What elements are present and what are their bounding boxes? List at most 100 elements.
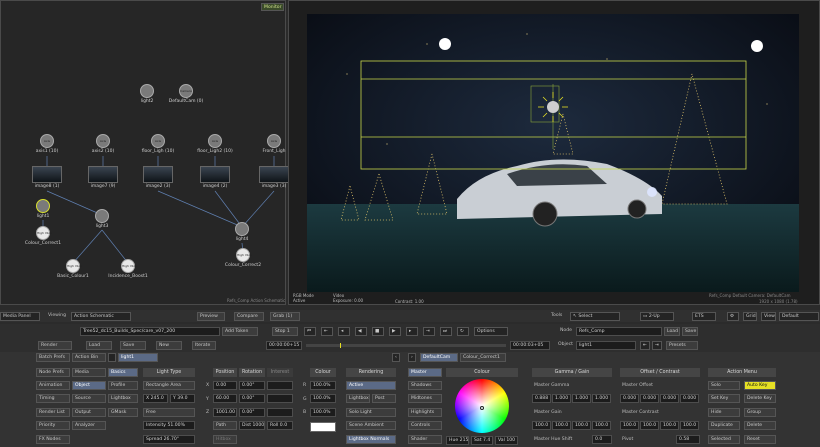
wheel-cursor[interactable] [480,406,484,410]
schematic-node[interactable]: light3 [80,209,124,229]
value-field[interactable]: 1.000 [572,394,591,403]
reset-button[interactable]: Reset [744,435,776,444]
schematic-node[interactable]: image3 (3) [258,166,290,189]
node-load-button[interactable]: Load [664,327,680,336]
current-timecode[interactable]: 00:00:00+15 [266,341,302,350]
settings-icon[interactable]: ⚙ [727,312,739,321]
schematic-node[interactable]: Axis axis2 (10) [81,134,125,154]
go-end-icon[interactable]: ⏭ [440,327,452,336]
fps-dropdown[interactable]: ETS [692,312,716,321]
spread-field[interactable]: Spread 26.70° [143,435,195,444]
dist-field[interactable]: Dist 1000 [239,421,265,430]
end-timecode[interactable]: 00:00:03+05 [510,341,550,350]
schematic-node[interactable]: image2 (3) [142,166,174,189]
val-field[interactable]: Val 100 [495,436,518,445]
free-dropdown[interactable]: Free [143,408,195,417]
clip-name-field[interactable]: Tree52_dc15_Builds_Spec/care_v07_200 [80,327,220,336]
intensity-field[interactable]: Intensity 51.00% [143,421,195,430]
interest-y-field[interactable] [267,394,293,403]
scene-ambient-toggle[interactable]: Scene Ambient [346,421,396,430]
node-name-field[interactable]: Refs_Comp [576,327,662,336]
light-type-dropdown[interactable]: Rectangle Area [143,381,195,390]
schematic-node[interactable]: image8 (1) [31,166,63,189]
sat-field[interactable]: Sat 7.4 [471,436,493,445]
side-menu-item[interactable]: Render List [36,408,70,417]
duplicate-button[interactable]: Duplicate [708,421,740,430]
hide-button[interactable]: Hide [708,408,740,417]
schematic-node[interactable]: Camera DefaultCam (0) [164,84,208,104]
light-y-field[interactable]: Y 39.0 [170,394,195,403]
bin-toggle[interactable] [108,353,116,362]
position-y-field[interactable]: 60.00 [213,394,237,403]
schematic-node[interactable]: High Vbox Incidence_Boost1 [106,259,150,279]
tab-light1[interactable]: light1 [118,353,158,362]
colour-g-field[interactable]: 100.0% [310,394,336,403]
grab-button[interactable]: Grab (1) [270,312,300,321]
viewing-mode-dropdown[interactable]: Action Schematic [71,312,131,321]
schematic-node[interactable]: High Vbox Colour_Correct1 [21,226,65,246]
compare-button[interactable]: Compare [234,312,264,321]
side-menu-item[interactable]: Timing [36,394,70,403]
prev-key-icon[interactable]: ⇤ [321,327,333,336]
timeline-bar[interactable] [306,343,506,348]
schematic-node[interactable]: High Vbox Colour_Correct2 [221,248,265,268]
play-reverse-icon[interactable]: ◀ [355,327,367,336]
schematic-node[interactable]: Axis floor_Ligh2 (10) [193,134,237,154]
value-field[interactable]: 1.000 [552,394,571,403]
value-field[interactable]: 0.888 [532,394,551,403]
playhead[interactable] [340,343,341,348]
action-bin-button[interactable]: Action Bin [72,353,106,362]
colour-wheel[interactable] [455,379,509,433]
tab-defaultcam[interactable]: DefaultCam [420,353,458,362]
group-button[interactable]: Group [744,408,776,417]
rotation-y-field[interactable]: 0.00° [239,394,265,403]
lightbox-toggle[interactable]: Lightbox [346,394,370,403]
value-field[interactable]: 100.0 [532,421,551,430]
rotation-z-field[interactable]: 0.00° [239,408,265,417]
delete-button[interactable]: Delete [744,421,776,430]
selected-dropdown[interactable]: Selected [708,435,740,444]
two-up-button[interactable]: ▭ 2-Up [640,312,674,321]
value-field[interactable]: 100.0 [620,421,639,430]
add-token-dropdown[interactable]: Add Token [222,327,258,336]
active-toggle[interactable]: Active [346,381,396,390]
path-button[interactable]: Path [213,421,237,430]
hitbox-button[interactable]: Hitbox [213,435,237,444]
side-menu-item[interactable]: Basics [108,368,138,377]
grid-button[interactable]: Grid [743,312,757,321]
value-field[interactable]: 100.0 [680,421,699,430]
value-field[interactable]: 0.000 [620,394,639,403]
lightbox-normals-toggle[interactable]: Lightbox Normals [346,435,396,444]
value-field[interactable]: 0.000 [680,394,699,403]
node-save-button[interactable]: Save [682,327,698,336]
next-object-icon[interactable]: ⇥ [652,341,662,350]
side-menu-item[interactable]: Source [72,394,106,403]
interest-x-field[interactable] [267,381,293,390]
side-menu-item[interactable]: Node Prefs [36,368,70,377]
prev-frame-icon[interactable]: ◂ [338,327,350,336]
stop-icon[interactable]: ■ [372,327,384,336]
shadows-button[interactable]: Shadows [408,381,442,390]
side-menu-item[interactable]: Object [72,381,106,390]
schematic-node[interactable]: Axis axis1 (10) [25,134,69,154]
save-button[interactable]: Save [120,341,146,350]
schematic-node[interactable]: image4 (2) [199,166,231,189]
schematic-node[interactable]: image7 (9) [87,166,119,189]
play-icon[interactable]: ▶ [389,327,401,336]
schematic-node[interactable]: Axis floor_Ligh (10) [136,134,180,154]
collapse-right-icon[interactable]: › [408,353,416,362]
value-field[interactable]: 0.000 [660,394,679,403]
prev-object-icon[interactable]: ⇤ [640,341,650,350]
solo-button[interactable]: Solo [708,381,740,390]
shader-button[interactable]: Shader [408,435,442,444]
master-dropdown[interactable]: Master [408,368,442,377]
colour-r-field[interactable]: 100.0% [310,381,336,390]
select-tool-dropdown[interactable]: ↖ Select [570,312,620,321]
colour-swatch[interactable] [310,422,336,432]
midtones-button[interactable]: Midtones [408,394,442,403]
render-dropdown[interactable]: Render [38,341,72,350]
value-field[interactable]: 100.0 [552,421,571,430]
collapse-left-icon[interactable]: ‹ [392,353,400,362]
schematic-node[interactable]: light1 [21,199,65,219]
value-field[interactable]: 0.000 [640,394,659,403]
